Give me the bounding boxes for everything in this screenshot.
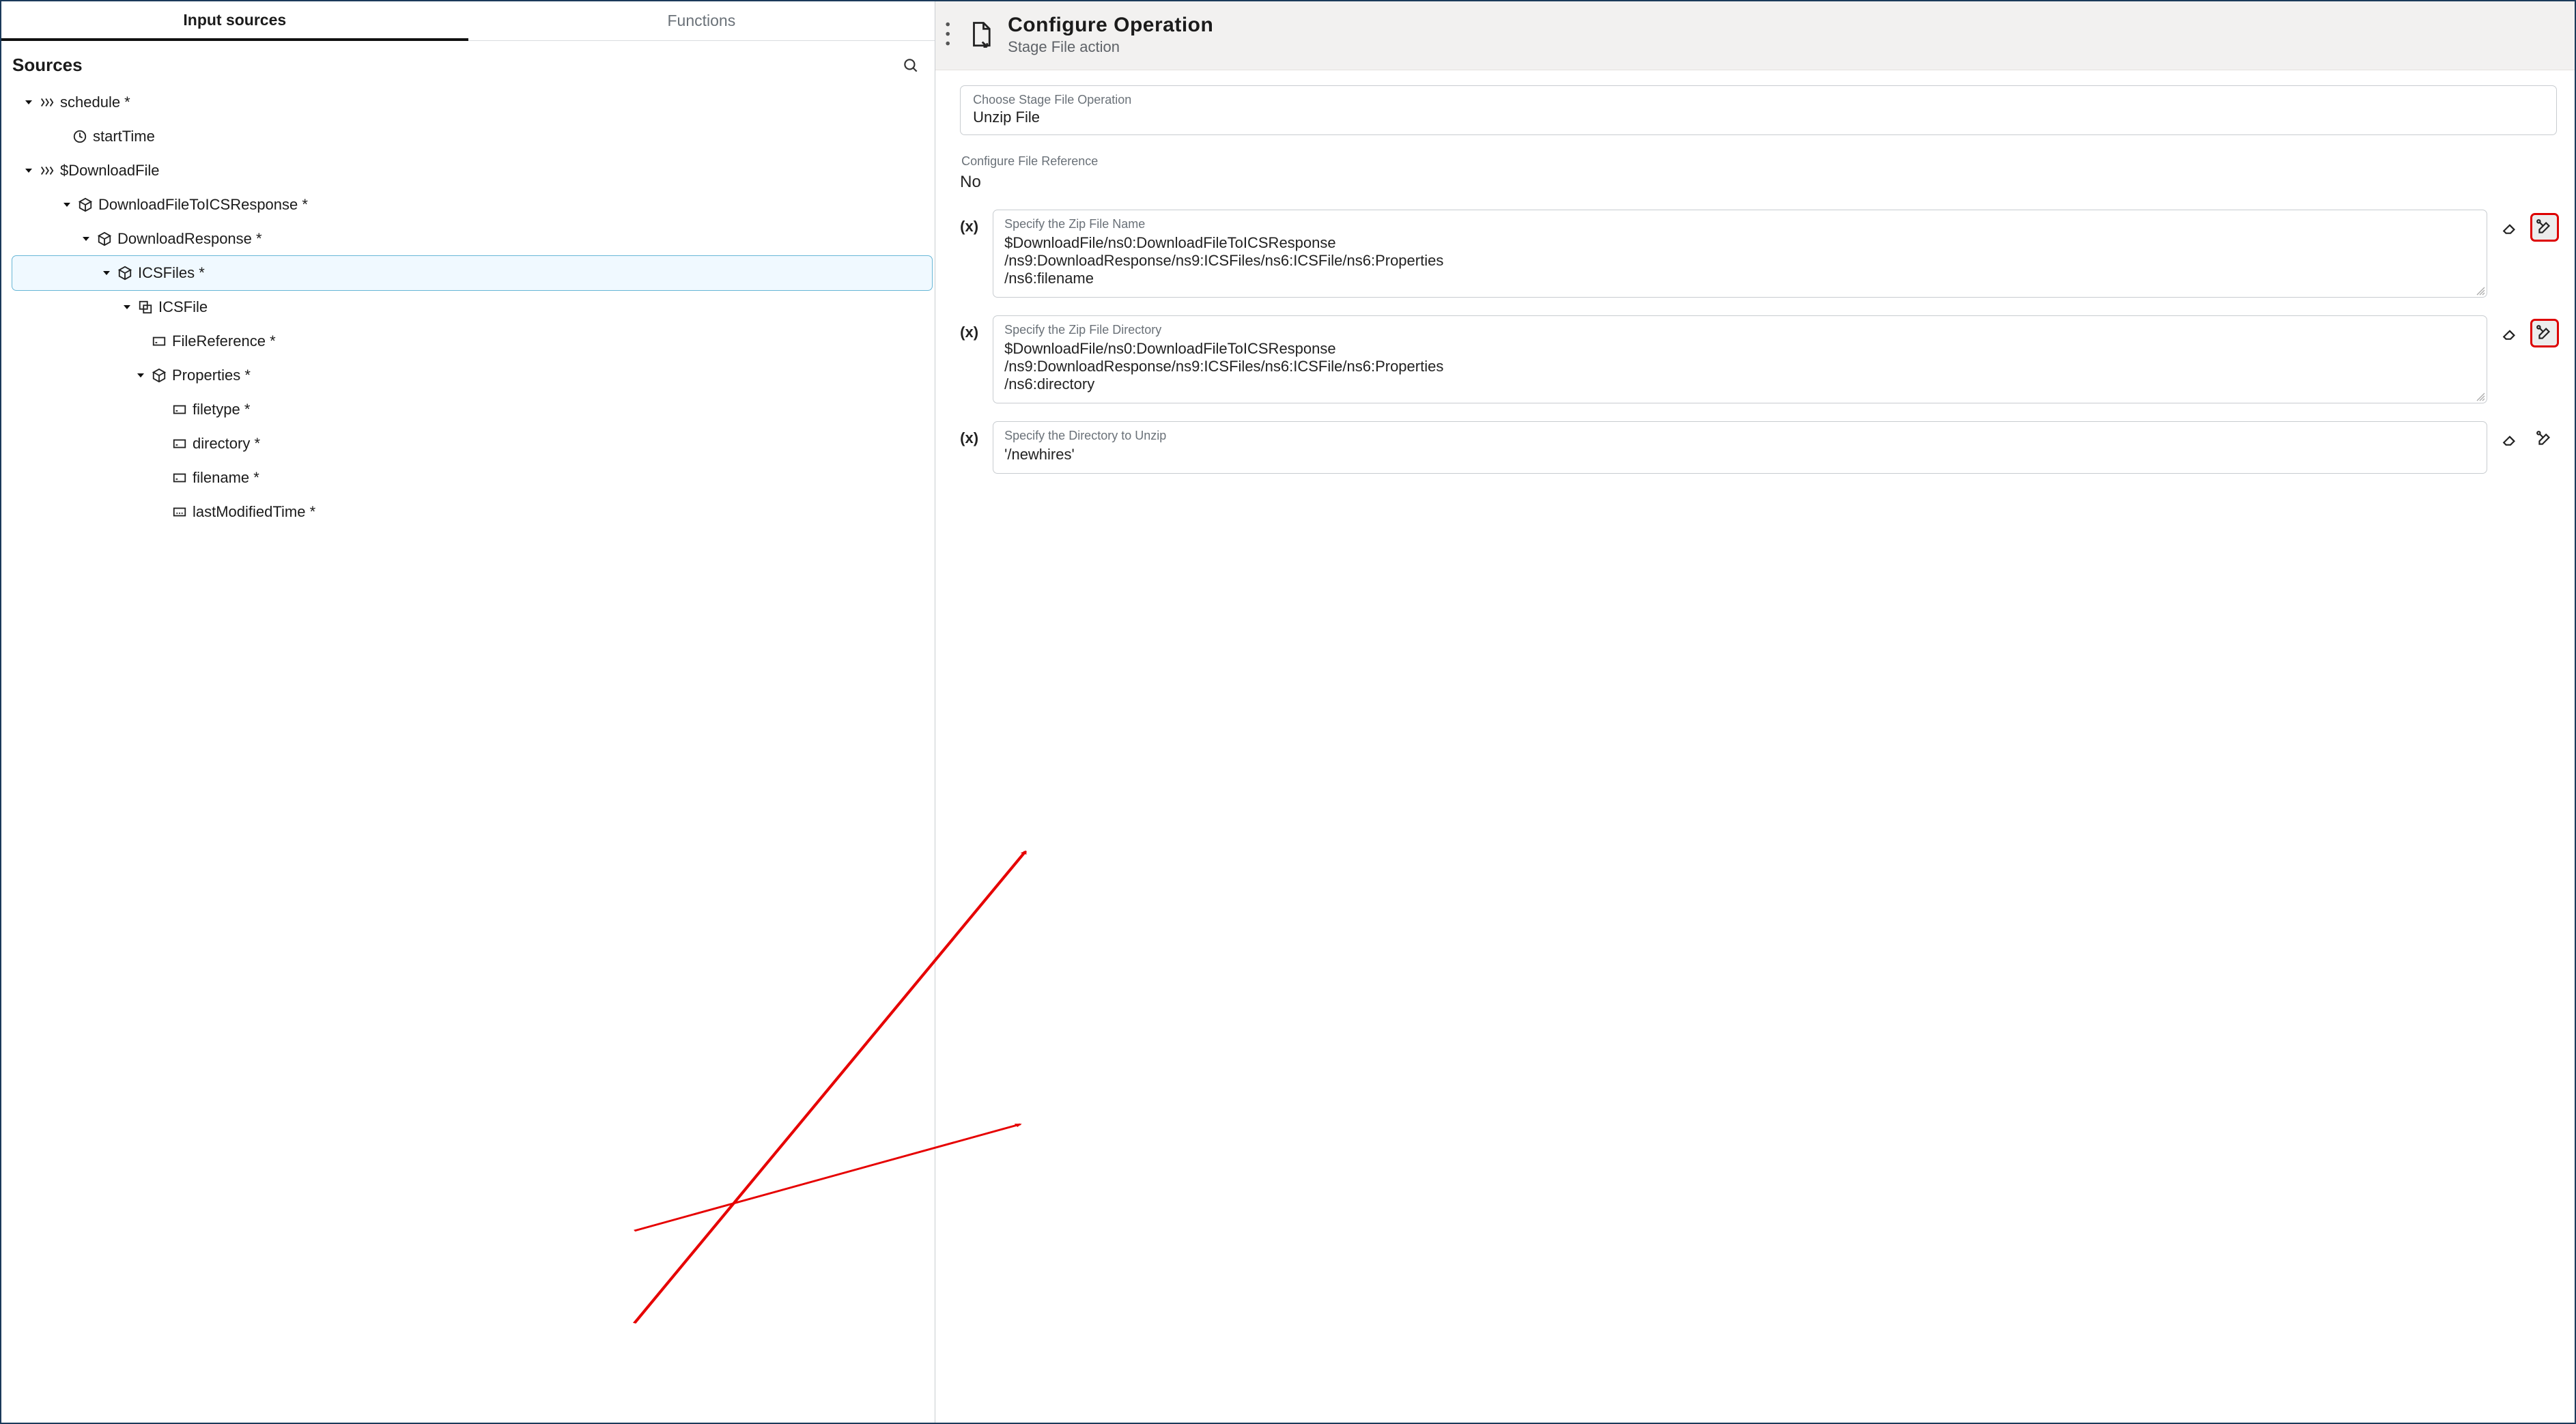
unzip-dir-value: '/newhires' [1004,446,2476,464]
tree-label: DownloadResponse * [117,230,262,248]
search-icon[interactable] [902,57,920,74]
tree-node-icsfiles[interactable]: ICSFiles * [12,256,932,290]
chevron-down-icon [101,268,112,279]
eraser-icon [2502,324,2519,342]
unzip-dir-row: (x) Specify the Directory to Unzip '/new… [960,421,2557,474]
tree-label: Properties * [172,367,251,384]
zip-file-name-value: $DownloadFile/ns0:DownloadFileToICSRespo… [1004,234,2476,287]
text-field-icon [172,402,187,417]
choose-operation-value: Unzip File [973,109,2544,126]
erase-button[interactable] [2498,427,2523,451]
file-ref-value: No [960,173,2557,192]
tree-node-filereference[interactable]: FileReference * [12,324,932,358]
tree-label: startTime [93,128,155,145]
zip-file-dir-value: $DownloadFile/ns0:DownloadFileToICSRespo… [1004,340,2476,393]
tools-icon [2536,324,2553,342]
tools-button[interactable] [2532,215,2557,240]
stack-icon [138,300,153,315]
tools-button[interactable] [2532,321,2557,345]
chevron-down-icon [122,302,132,313]
tree-node-download-response[interactable]: DownloadResponse * [12,222,932,256]
erase-button[interactable] [2498,215,2523,240]
choose-operation-label: Choose Stage File Operation [973,93,2544,107]
tree-node-filetype[interactable]: filetype * [12,393,932,427]
right-header: Configure Operation Stage File action [935,1,2575,70]
zip-file-name-label: Specify the Zip File Name [1004,217,2476,231]
tree-label: lastModifiedTime * [193,503,315,521]
cube-icon [78,197,93,212]
chevron-down-icon [23,97,34,108]
tree-node-icsfile[interactable]: ICSFile [12,290,932,324]
tree-node-dl-to-ics-response[interactable]: DownloadFileToICSResponse * [12,188,932,222]
zip-file-name-row: (x) Specify the Zip File Name $DownloadF… [960,210,2557,298]
tabs: Input sources Functions [1,1,935,41]
right-panel: Configure Operation Stage File action Ch… [935,1,2575,1423]
text-field-icon [152,334,167,349]
tab-functions[interactable]: Functions [468,1,935,41]
tree-node-starttime[interactable]: startTime [12,119,932,154]
chevron-down-icon [135,370,146,381]
tools-icon [2536,218,2553,236]
number-field-icon [172,504,187,519]
tree-node-schedule[interactable]: schedule * [12,85,932,119]
zip-file-dir-label: Specify the Zip File Directory [1004,323,2476,337]
sources-heading: Sources [12,55,83,76]
tree-label: directory * [193,435,260,453]
unzip-dir-input[interactable]: Specify the Directory to Unzip '/newhire… [993,421,2487,474]
cube-icon [97,231,112,246]
tools-icon [2536,430,2553,448]
tree-node-properties[interactable]: Properties * [12,358,932,393]
eraser-icon [2502,218,2519,236]
drag-handle-icon[interactable] [945,20,954,49]
tab-input-sources[interactable]: Input sources [1,1,468,41]
tree-node-directory[interactable]: directory * [12,427,932,461]
tree-label: schedule * [60,94,130,111]
tree-node-lastmodified[interactable]: lastModifiedTime * [12,495,932,529]
tree-label: filename * [193,469,259,487]
tree-label: ICSFile [158,298,208,316]
file-arrow-icon [967,20,995,49]
flow-icon [40,163,55,178]
unzip-dir-label: Specify the Directory to Unzip [1004,429,2476,443]
cube-icon [152,368,167,383]
tree-node-downloadfile[interactable]: $DownloadFile [12,154,932,188]
erase-button[interactable] [2498,321,2523,345]
resize-handle-icon[interactable] [2474,285,2485,296]
source-tree: schedule * startTime $DownloadFile Downl… [1,81,935,536]
tree-node-filename[interactable]: filename * [12,461,932,495]
tree-label: DownloadFileToICSResponse * [98,196,308,214]
text-field-icon [172,436,187,451]
tree-label: $DownloadFile [60,162,160,180]
tree-label: filetype * [193,401,250,418]
file-ref-label: Configure File Reference [961,154,2557,169]
page-subtitle: Stage File action [1008,38,1213,56]
zip-file-dir-row: (x) Specify the Zip File Directory $Down… [960,315,2557,403]
eraser-icon [2502,430,2519,448]
variable-marker: (x) [960,210,982,236]
variable-marker: (x) [960,421,982,447]
clock-icon [72,129,87,144]
page-title: Configure Operation [1008,14,1213,37]
chevron-down-icon [61,199,72,210]
zip-file-dir-input[interactable]: Specify the Zip File Directory $Download… [993,315,2487,403]
tools-button[interactable] [2532,427,2557,451]
flow-icon [40,95,55,110]
resize-handle-icon[interactable] [2474,390,2485,401]
chevron-down-icon [81,233,91,244]
text-field-icon [172,470,187,485]
zip-file-name-input[interactable]: Specify the Zip File Name $DownloadFile/… [993,210,2487,298]
variable-marker: (x) [960,315,982,341]
right-body: Choose Stage File Operation Unzip File C… [935,70,2575,1423]
tree-label: ICSFiles * [138,264,205,282]
tree-label: FileReference * [172,332,276,350]
cube-icon [117,266,132,281]
left-panel: Input sources Functions Sources schedule… [1,1,935,1423]
choose-operation-field[interactable]: Choose Stage File Operation Unzip File [960,85,2557,135]
chevron-down-icon [23,165,34,176]
